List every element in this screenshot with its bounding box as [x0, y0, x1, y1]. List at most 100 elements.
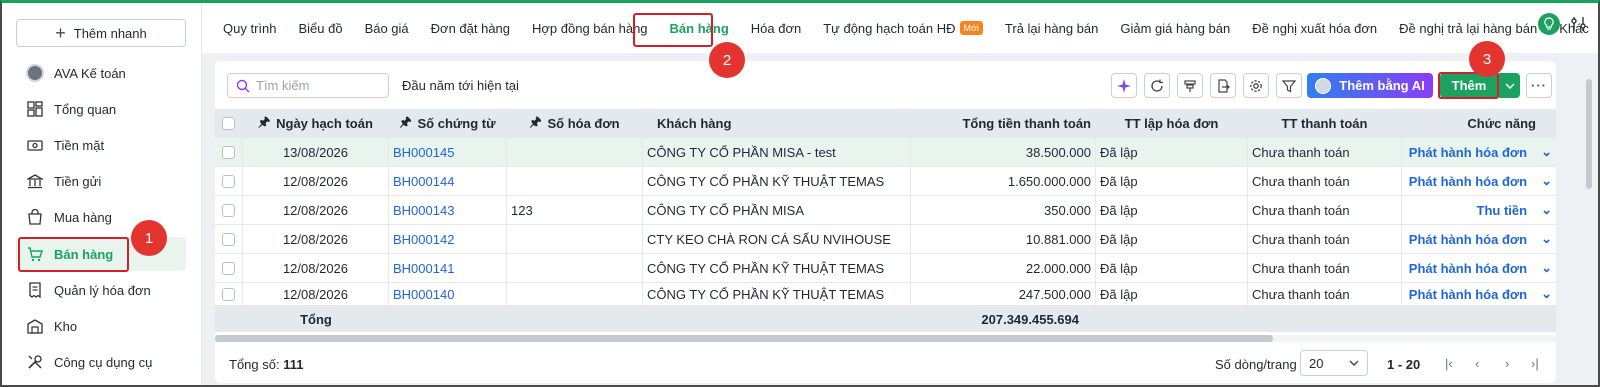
last-page-icon[interactable]: ›| [1531, 356, 1539, 371]
table-row[interactable]: 12/08/2026 BH000143 123 CÔNG TY CỔ PHẦN … [215, 196, 1556, 225]
sidebar-item-cash[interactable]: Tiền mặt [16, 128, 186, 162]
add-dropdown-button[interactable] [1499, 73, 1520, 98]
row-checkbox[interactable] [215, 138, 243, 166]
chevron-down-icon[interactable]: ⌄ [1541, 231, 1552, 247]
table-row[interactable]: 12/08/2026 BH000141 CÔNG TY CỔ PHẦN KỸ T… [215, 254, 1556, 283]
chevron-down-icon[interactable]: ⌄ [1541, 202, 1552, 218]
total-label: Tổng [300, 311, 332, 327]
column-header[interactable]: 🖈 Số chứng từ [389, 109, 507, 138]
quick-add-button[interactable]: + Thêm nhanh [16, 19, 186, 47]
cell-amount: 247.500.000 [911, 283, 1096, 305]
row-action[interactable]: Phát hành hóa đơn ⌄ [1402, 138, 1556, 166]
tab-process[interactable]: Quy trình [212, 10, 287, 46]
cell-date: 12/08/2026 [243, 283, 389, 305]
column-header[interactable]: TT lập hóa đơn [1096, 109, 1248, 138]
column-header[interactable]: 🖈 Ngày hạch toán [243, 109, 389, 138]
cell-payment-status: Chưa thanh toán [1248, 283, 1402, 305]
search-input[interactable]: Tìm kiếm [227, 73, 389, 98]
sidebar-item-invoice-mgmt[interactable]: Quản lý hóa đơn [16, 273, 186, 307]
action-link[interactable]: Phát hành hóa đơn [1409, 174, 1527, 189]
select-all-checkbox[interactable] [215, 109, 243, 138]
refresh-button[interactable] [1144, 73, 1170, 98]
tab-invoice-requests[interactable]: Đề nghị xuất hóa đơn [1241, 10, 1388, 46]
sidebar-item-ava[interactable]: AVA Kế toán [16, 56, 186, 90]
table-row[interactable]: 13/08/2026 BH000145 CÔNG TY CỔ PHẦN MISA… [215, 138, 1556, 167]
voucher-link[interactable]: BH000143 [389, 196, 507, 224]
cell-payment-status: Chưa thanh toán [1248, 138, 1402, 166]
sidebar-item-label: Quản lý hóa đơn [54, 282, 151, 298]
row-checkbox[interactable] [215, 283, 243, 305]
tab-sales-orders[interactable]: Đơn đặt hàng [420, 10, 521, 46]
row-action[interactable]: Phát hành hóa đơn ⌄ [1402, 254, 1556, 282]
pin-columns-button[interactable] [1177, 73, 1203, 98]
cell-payment-status: Chưa thanh toán [1248, 196, 1402, 224]
tab-invoices[interactable]: Hóa đơn [740, 10, 812, 46]
table-row[interactable]: 12/08/2026 BH000140 CÔNG TY CỔ PHẦN KỸ T… [215, 283, 1556, 306]
action-link[interactable]: Phát hành hóa đơn [1409, 145, 1527, 160]
row-checkbox[interactable] [215, 167, 243, 195]
sidebar-item-deposit[interactable]: Tiền gửi [16, 164, 186, 198]
row-action[interactable]: Phát hành hóa đơn ⌄ [1402, 283, 1556, 305]
horizontal-scrollbar[interactable] [215, 335, 1556, 342]
tab-auto-accounting[interactable]: Tự động hạch toán HĐ Mới [812, 10, 994, 46]
voucher-link[interactable]: BH000142 [389, 225, 507, 253]
row-checkbox[interactable] [215, 254, 243, 282]
settings-button[interactable] [1243, 73, 1269, 98]
tab-sales-returns[interactable]: Trả lại hàng bán [994, 10, 1109, 46]
table-row[interactable]: 12/08/2026 BH000144 CÔNG TY CỔ PHẦN KỸ T… [215, 167, 1556, 196]
filter-button[interactable] [1276, 73, 1302, 98]
more-button[interactable]: ··· [1526, 73, 1552, 98]
export-button[interactable] [1210, 73, 1236, 98]
voucher-link[interactable]: BH000140 [389, 283, 507, 305]
ai-sparkle-button[interactable] [1111, 73, 1137, 98]
page-size-select[interactable]: 20 [1300, 350, 1368, 376]
gear-icon [1250, 79, 1262, 92]
column-header[interactable]: Khách hàng [643, 109, 911, 138]
next-page-icon[interactable]: › [1505, 356, 1509, 371]
tab-return-requests[interactable]: Đề nghị trả lại hàng bán [1388, 10, 1548, 46]
settings-sliders-icon[interactable] [1570, 15, 1588, 33]
voucher-link[interactable]: BH000144 [389, 167, 507, 195]
voucher-link[interactable]: BH000145 [389, 138, 507, 166]
column-header[interactable]: TT thanh toán [1248, 109, 1402, 138]
chevron-down-icon[interactable]: ⌄ [1541, 286, 1552, 302]
column-header: Chức năng [1467, 116, 1536, 131]
date-range-filter[interactable]: Đầu năm tới hiện tại [402, 78, 519, 93]
cell-date: 12/08/2026 [243, 225, 389, 253]
tab-quotes[interactable]: Báo giá [354, 10, 420, 46]
row-action[interactable]: Thu tiền ⌄ [1402, 196, 1556, 224]
row-action[interactable]: Phát hành hóa đơn ⌄ [1402, 167, 1556, 195]
add-with-ai-button[interactable]: Thêm bằng AI [1307, 73, 1433, 98]
row-action[interactable]: Phát hành hóa đơn ⌄ [1402, 225, 1556, 253]
column-header[interactable]: 🖈 Số hóa đơn [507, 109, 643, 138]
first-page-icon[interactable]: |‹ [1445, 356, 1453, 371]
annotation-box-sales-menu [18, 237, 129, 272]
cell-date: 13/08/2026 [243, 138, 389, 166]
tab-sales-discounts[interactable]: Giảm giá hàng bán [1109, 10, 1241, 46]
refresh-icon [1151, 79, 1163, 92]
table-row[interactable]: 12/08/2026 BH000142 CTY KEO CHÀ RON CÁ S… [215, 225, 1556, 254]
action-link[interactable]: Phát hành hóa đơn [1409, 232, 1527, 247]
column-header[interactable]: Tổng tiền thanh toán [911, 109, 1096, 138]
app-window: + Thêm nhanh AVA Kế toán Tổng quan Tiền … [0, 0, 1600, 387]
vertical-scrollbar[interactable] [1586, 79, 1592, 189]
row-checkbox[interactable] [215, 225, 243, 253]
chevron-down-icon[interactable]: ⌄ [1541, 173, 1552, 189]
cell-invoice-status: Đã lập [1096, 138, 1248, 166]
action-link[interactable]: Phát hành hóa đơn [1409, 261, 1527, 276]
lightbulb-icon[interactable] [1538, 13, 1560, 35]
row-checkbox[interactable] [215, 196, 243, 224]
sidebar-item-label: Tiền gửi [54, 173, 102, 189]
sidebar-item-tools[interactable]: Công cụ dụng cụ [16, 345, 186, 379]
sidebar-item-warehouse[interactable]: Kho [16, 309, 186, 343]
chevron-down-icon[interactable]: ⌄ [1541, 260, 1552, 276]
action-link[interactable]: Phát hành hóa đơn [1409, 287, 1527, 302]
cell-customer: CTY KEO CHÀ RON CÁ SẤU NVIHOUSE [643, 225, 911, 253]
voucher-link[interactable]: BH000141 [389, 254, 507, 282]
sidebar-item-overview[interactable]: Tổng quan [16, 92, 186, 126]
tab-charts[interactable]: Biểu đồ [287, 10, 353, 46]
action-link[interactable]: Thu tiền [1477, 203, 1528, 218]
prev-page-icon[interactable]: ‹ [1475, 356, 1479, 371]
chevron-down-icon [1349, 360, 1359, 366]
chevron-down-icon[interactable]: ⌄ [1541, 144, 1552, 160]
